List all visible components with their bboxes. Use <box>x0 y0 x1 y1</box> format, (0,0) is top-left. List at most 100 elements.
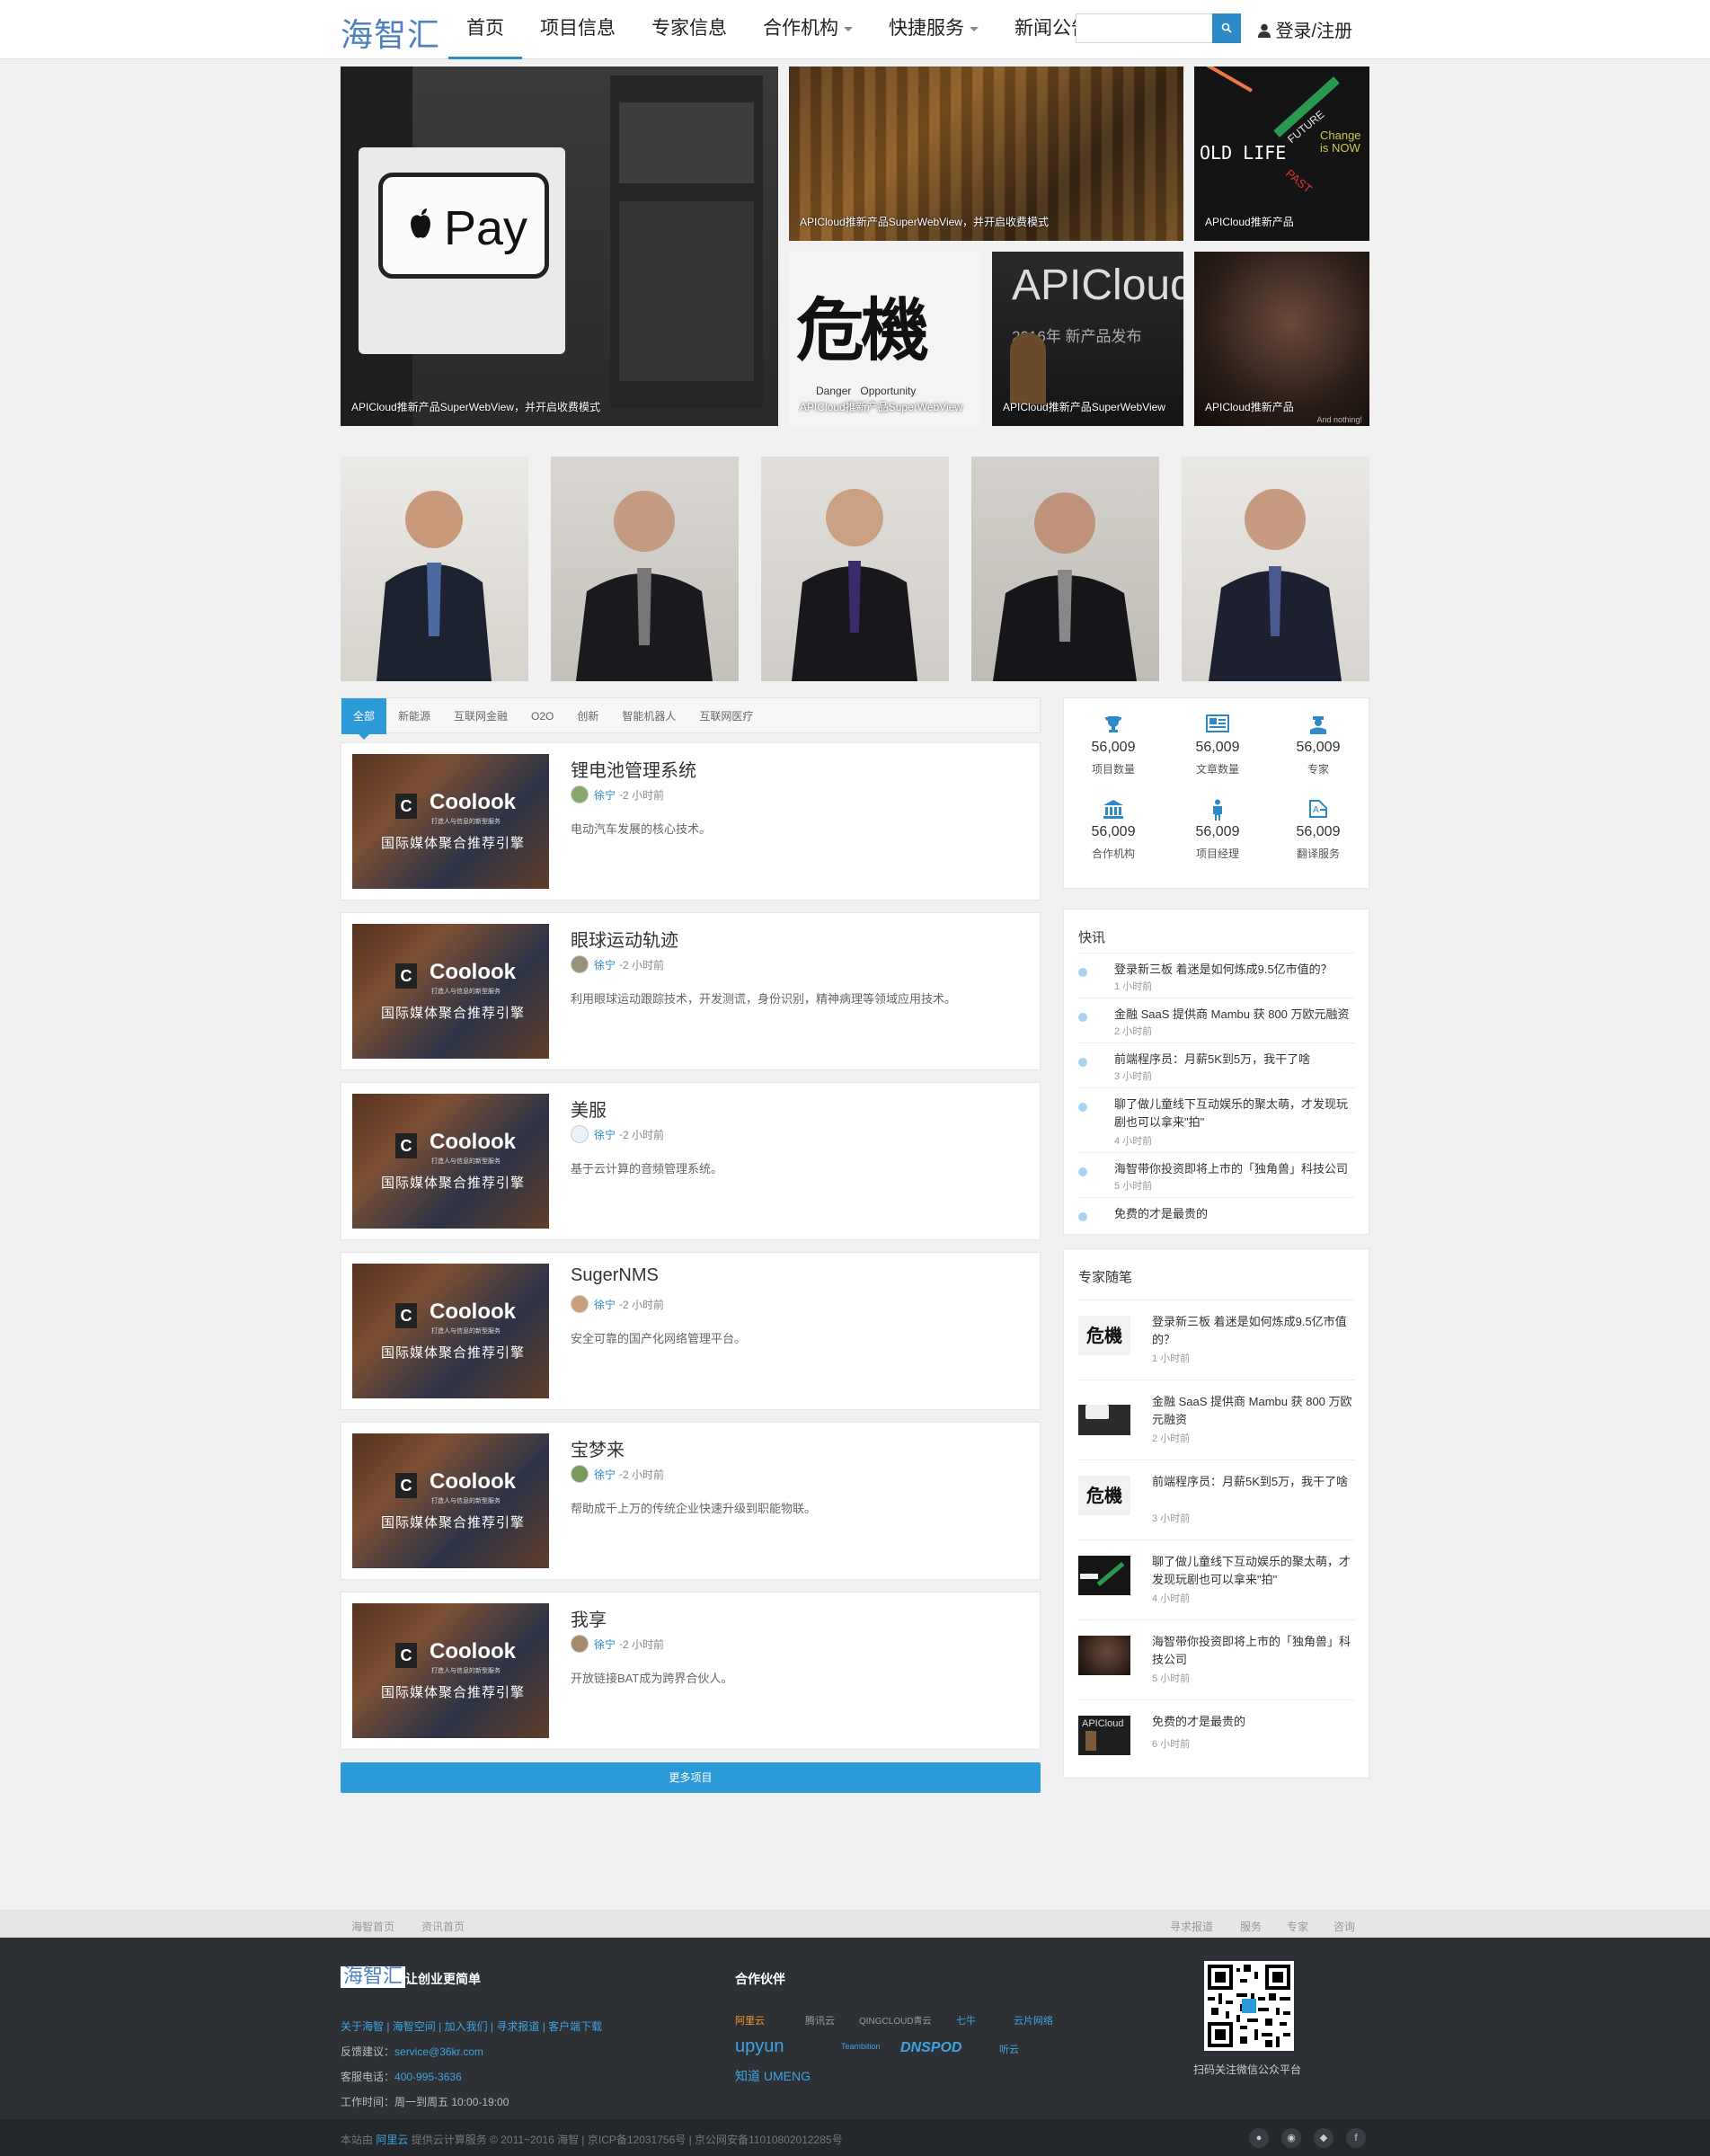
flash-news-item[interactable]: 免费的才是最贵的 <box>1078 1197 1355 1233</box>
stat-institutions[interactable]: 56,009 合作机构 <box>1064 799 1163 861</box>
hero-tile-3[interactable]: 危機 Danger Opportunity APICloud推新产品SuperW… <box>789 252 981 426</box>
flash-news-text[interactable]: 前端程序员：月薪5K到5万，我干了啥 <box>1114 1051 1355 1069</box>
project-thumbnail[interactable]: C Coolook 打造人与信息的新型服务 国际媒体聚合推荐引擎 <box>352 1094 549 1229</box>
project-thumbnail[interactable]: C Coolook 打造人与信息的新型服务 国际媒体聚合推荐引擎 <box>352 754 549 889</box>
tab-robotics[interactable]: 智能机器人 <box>610 698 687 734</box>
project-thumbnail[interactable]: C Coolook 打造人与信息的新型服务 国际媒体聚合推荐引擎 <box>352 1264 549 1398</box>
project-thumbnail[interactable]: C Coolook 打造人与信息的新型服务 国际媒体聚合推荐引擎 <box>352 1433 549 1568</box>
footer-link-experts[interactable]: 专家 <box>1287 1919 1308 1934</box>
stat-articles[interactable]: 56,009 文章数量 <box>1168 714 1267 776</box>
partner-logo[interactable]: 听云 <box>999 2042 1019 2056</box>
nav-projects[interactable]: 项目信息 <box>522 0 633 59</box>
essay-thumbnail[interactable] <box>1078 1556 1130 1595</box>
project-title[interactable]: 宝梦来 <box>571 1435 625 1461</box>
flash-news-item[interactable]: 聊了做儿童线下互动娱乐的聚太萌，才发现玩剧也可以拿来"拍" 4 小时前 <box>1078 1087 1355 1152</box>
essay-title[interactable]: 聊了做儿童线下互动娱乐的聚太萌，才发现玩剧也可以拿来"拍" <box>1152 1553 1355 1589</box>
avatar[interactable] <box>571 1635 589 1653</box>
more-projects-button[interactable]: 更多项目 <box>341 1762 1041 1793</box>
nav-home[interactable]: 首页 <box>448 0 522 59</box>
partner-logo[interactable]: QINGCLOUD青云 <box>859 2013 932 2027</box>
avatar[interactable] <box>571 955 589 973</box>
footer-link-report[interactable]: 寻求报道 <box>1170 1919 1213 1934</box>
project-title[interactable]: 我享 <box>571 1605 607 1631</box>
partner-logo[interactable]: upyun <box>735 2036 784 2057</box>
expert-essay-item[interactable]: APICloud 免费的才是最贵的 6 小时前 <box>1078 1699 1355 1779</box>
expert-essay-item[interactable]: 危機 前端程序员：月薪5K到5万，我干了啥 3 小时前 <box>1078 1460 1355 1539</box>
tab-all[interactable]: 全部 <box>341 698 387 740</box>
hero-tile-1[interactable]: APICloud推新产品SuperWebView，并开启收费模式 <box>789 67 1183 241</box>
avatar[interactable] <box>571 1125 589 1143</box>
tab-innovation[interactable]: 创新 <box>565 698 610 734</box>
project-card[interactable]: C Coolook 打造人与信息的新型服务 国际媒体聚合推荐引擎 美服 徐宁 - 2 小时前… <box>341 1082 1041 1240</box>
footer-link-news-home[interactable]: 资讯首页 <box>421 1919 465 1934</box>
flash-news-item[interactable]: 登录新三板 着迷是如何炼成9.5亿市值的？ 1 小时前 <box>1078 953 1355 998</box>
tab-o2o[interactable]: O2O <box>519 698 565 734</box>
flash-news-text[interactable]: 金融 SaaS 提供商 Mambu 获 800 万欧元融资 <box>1114 1006 1355 1024</box>
essay-thumbnail[interactable] <box>1078 1396 1130 1435</box>
footer-links[interactable]: 关于海智 | 海智空间 | 加入我们 | 寻求报道 | 客户端下载 <box>341 2018 602 2034</box>
expert-essay-item[interactable]: 聊了做儿童线下互动娱乐的聚太萌，才发现玩剧也可以拿来"拍" 4 小时前 <box>1078 1539 1355 1619</box>
project-thumbnail[interactable]: C Coolook 打造人与信息的新型服务 国际媒体聚合推荐引擎 <box>352 1603 549 1738</box>
essay-title[interactable]: 海智带你投资即将上市的「独角兽」科技公司 <box>1152 1633 1355 1669</box>
essay-thumbnail[interactable]: 危機 <box>1078 1476 1130 1515</box>
essay-thumbnail[interactable] <box>1078 1636 1130 1675</box>
login-register-link[interactable]: 登录/注册 <box>1258 16 1352 42</box>
expert-essay-item[interactable]: 危機 登录新三板 着迷是如何炼成9.5亿市值的？ 1 小时前 <box>1078 1300 1355 1380</box>
footer-link-service[interactable]: 服务 <box>1240 1919 1262 1934</box>
aliyun-link[interactable]: 阿里云 <box>376 2134 408 2146</box>
project-title[interactable]: 眼球运动轨迹 <box>571 926 678 952</box>
project-card[interactable]: C Coolook 打造人与信息的新型服务 国际媒体聚合推荐引擎 SugerNMS 徐宁 -… <box>341 1252 1041 1410</box>
hero-tile-4[interactable]: APICloud 2016年 新产品发布 APICloud推新产品SuperWe… <box>992 252 1183 426</box>
hero-tile-2[interactable]: OLD LIFE FUTURE PAST Change is NOW APICl… <box>1194 67 1369 241</box>
partner-logo[interactable]: 腾讯云 <box>805 2013 835 2027</box>
search-button[interactable] <box>1212 13 1241 43</box>
flash-news-item[interactable]: 海智带你投资即将上市的「独角兽」科技公司 5 小时前 <box>1078 1152 1355 1197</box>
avatar[interactable] <box>571 1465 589 1483</box>
footer-link-home[interactable]: 海智首页 <box>351 1919 394 1934</box>
stat-projects[interactable]: 56,009 项目数量 <box>1064 714 1163 776</box>
author-name[interactable]: 徐宁 <box>594 1467 616 1482</box>
author-name[interactable]: 徐宁 <box>594 1637 616 1652</box>
author-name[interactable]: 徐宁 <box>594 1297 616 1312</box>
expert-essay-item[interactable]: 海智带你投资即将上市的「独角兽」科技公司 5 小时前 <box>1078 1619 1355 1699</box>
partner-logo[interactable]: 七牛 <box>956 2013 976 2027</box>
phone-number[interactable]: 400-995-3636 <box>394 2071 462 2083</box>
partner-logo[interactable]: 阿里云 <box>735 2013 765 2027</box>
stat-experts[interactable]: 56,009 专家 <box>1269 714 1368 776</box>
weibo-icon[interactable]: ◉ <box>1281 2128 1301 2148</box>
flash-news-text[interactable]: 登录新三板 着迷是如何炼成9.5亿市值的？ <box>1114 961 1355 979</box>
nav-partners[interactable]: 合作机构 <box>745 0 871 59</box>
facebook-icon[interactable]: f <box>1346 2128 1366 2148</box>
essay-title[interactable]: 登录新三板 着迷是如何炼成9.5亿市值的？ <box>1152 1313 1355 1349</box>
avatar[interactable] <box>571 1295 589 1313</box>
wechat-icon[interactable]: ● <box>1249 2128 1269 2148</box>
hero-tile-5[interactable]: And nothing! APICloud推新产品 <box>1194 252 1369 426</box>
project-card[interactable]: C Coolook 打造人与信息的新型服务 国际媒体聚合推荐引擎 我享 徐宁 - 2 小时前… <box>341 1592 1041 1750</box>
expert-photo-1[interactable] <box>341 457 528 681</box>
nav-services[interactable]: 快捷服务 <box>871 0 997 59</box>
flash-news-text[interactable]: 免费的才是最贵的 <box>1114 1205 1355 1223</box>
partner-logo[interactable]: 云片网络 <box>1014 2013 1053 2027</box>
nav-experts[interactable]: 专家信息 <box>633 0 745 59</box>
project-title[interactable]: SugerNMS <box>571 1265 659 1286</box>
project-card[interactable]: C Coolook 打造人与信息的新型服务 国际媒体聚合推荐引擎 宝梦来 徐宁 - 2 小时… <box>341 1422 1041 1580</box>
flash-news-text[interactable]: 聊了做儿童线下互动娱乐的聚太萌，才发现玩剧也可以拿来"拍" <box>1114 1096 1355 1131</box>
partner-logo[interactable]: DNSPOD <box>900 2040 961 2056</box>
essay-thumbnail[interactable]: 危機 <box>1078 1316 1130 1355</box>
site-logo[interactable]: 海智汇 <box>341 9 440 56</box>
author-name[interactable]: 徐宁 <box>594 1127 616 1142</box>
expert-essay-item[interactable]: 金融 SaaS 提供商 Mambu 获 800 万欧元融资 2 小时前 <box>1078 1380 1355 1460</box>
partner-logo[interactable]: 知道 UMENG <box>735 2067 811 2085</box>
qq-icon[interactable]: ◆ <box>1314 2128 1333 2148</box>
expert-photo-3[interactable] <box>761 457 949 681</box>
project-title[interactable]: 锂电池管理系统 <box>571 756 696 782</box>
project-thumbnail[interactable]: C Coolook 打造人与信息的新型服务 国际媒体聚合推荐引擎 <box>352 924 549 1059</box>
tab-new-energy[interactable]: 新能源 <box>386 698 442 734</box>
essay-title[interactable]: 金融 SaaS 提供商 Mambu 获 800 万欧元融资 <box>1152 1393 1355 1429</box>
footer-link-consult[interactable]: 咨询 <box>1333 1919 1355 1934</box>
partner-logo[interactable]: Teambition <box>841 2042 881 2051</box>
hero-big-tile[interactable]: Pay APICloud推新产品SuperWebView，并开启收费模式 <box>341 67 778 426</box>
footer-logo[interactable]: 海智汇 <box>341 1966 406 1988</box>
tab-internet-finance[interactable]: 互联网金融 <box>442 698 519 734</box>
expert-photo-5[interactable] <box>1182 457 1369 681</box>
